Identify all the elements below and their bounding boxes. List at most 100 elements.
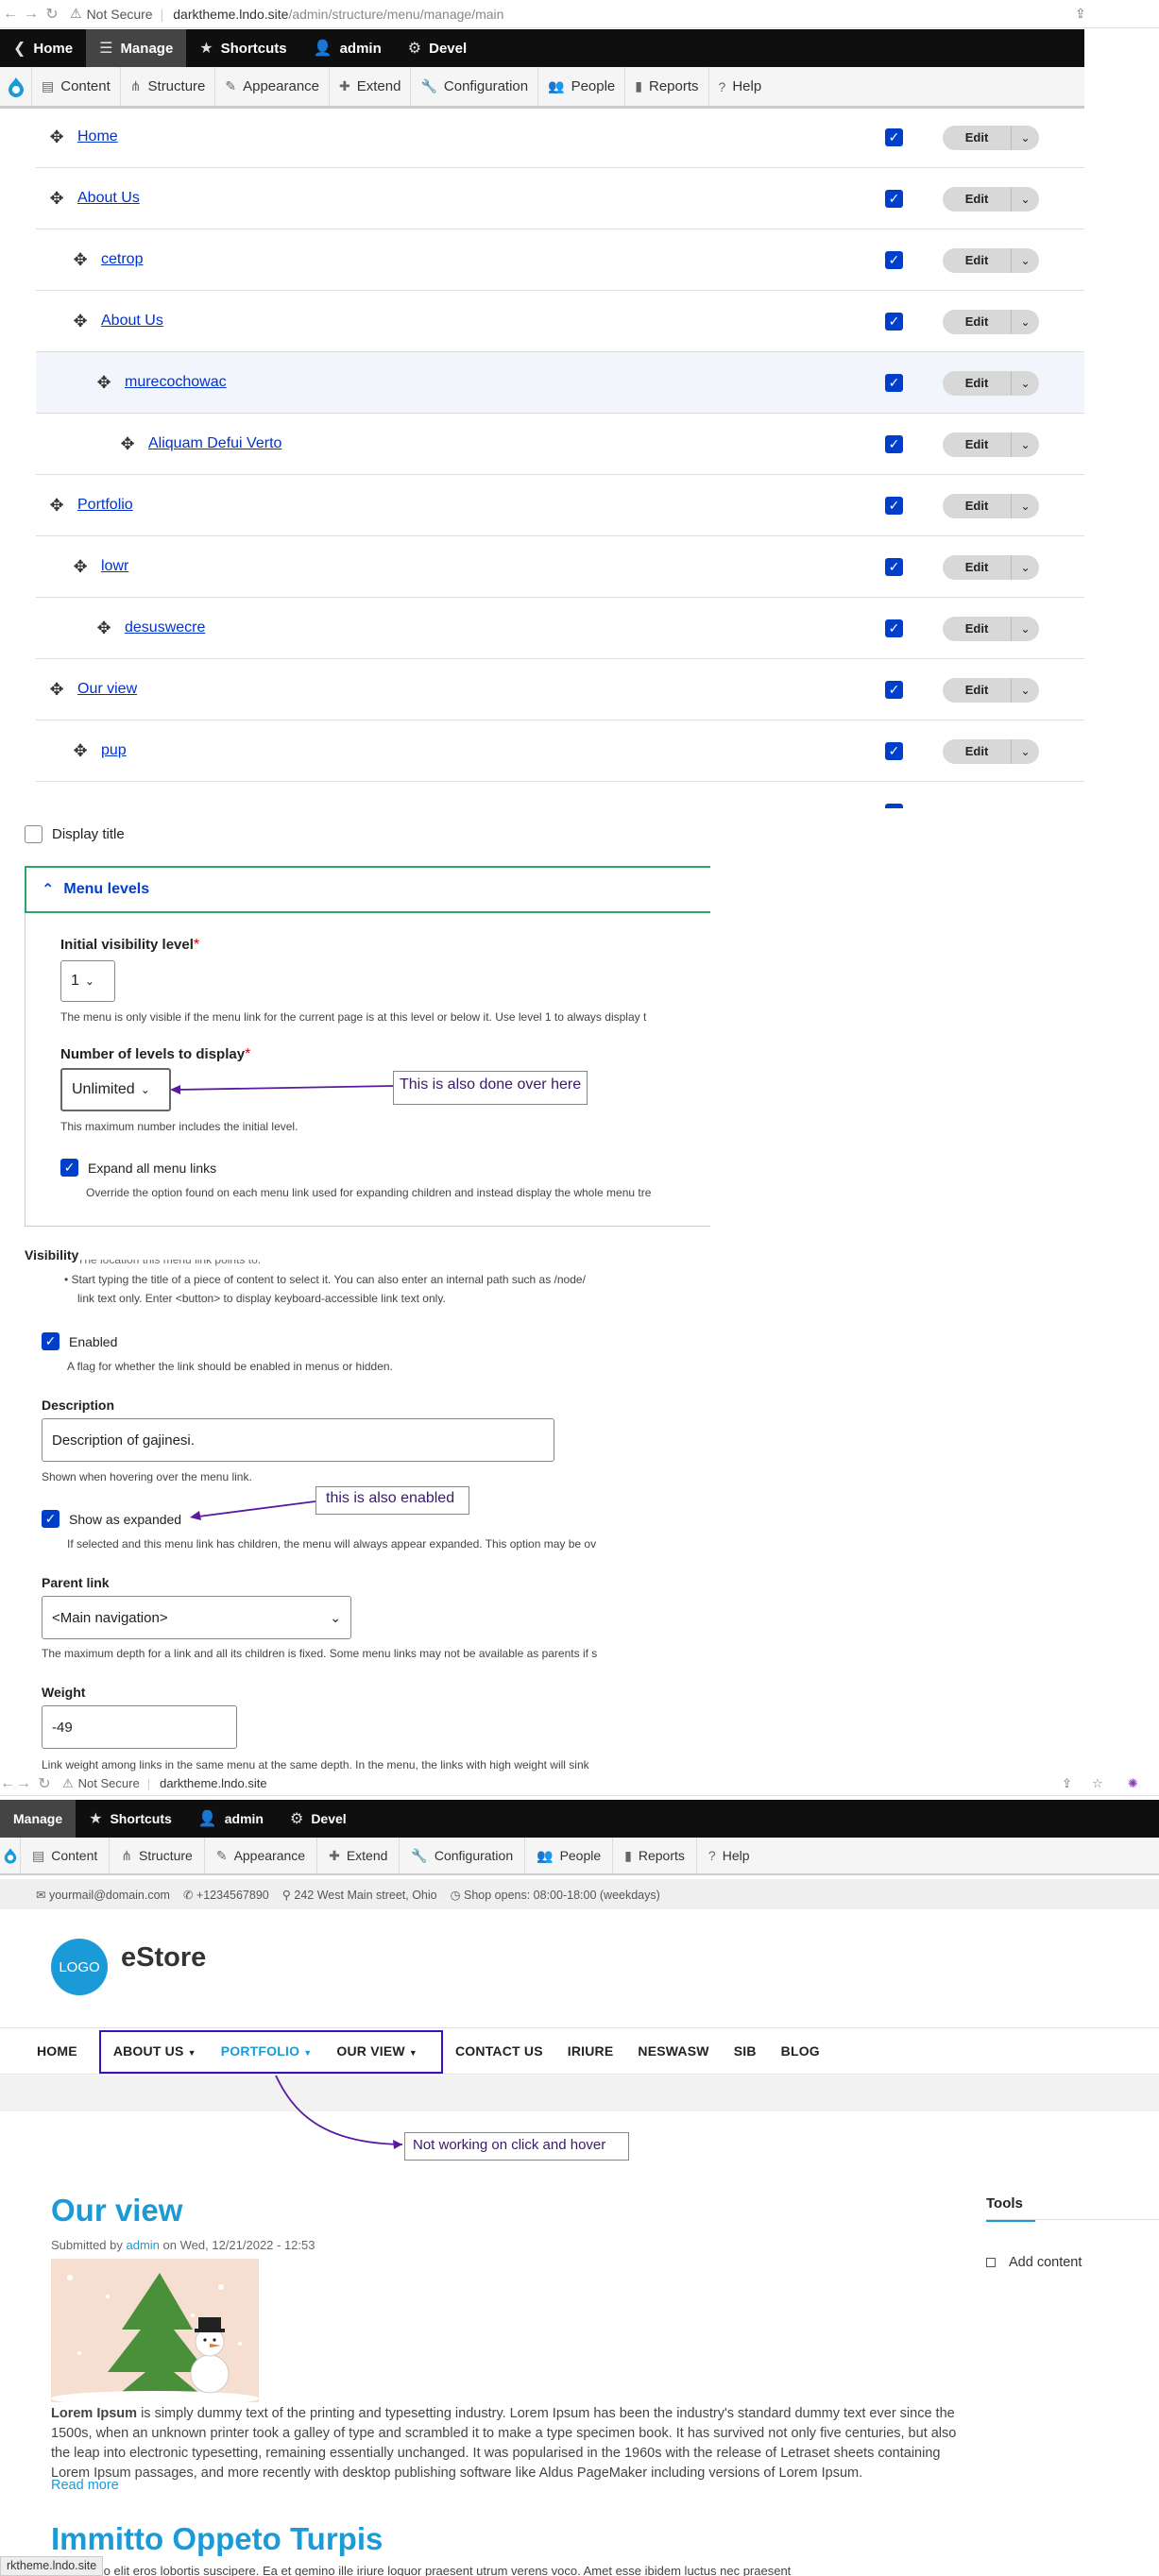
enabled-checkbox[interactable]: ✓ bbox=[885, 128, 903, 146]
nav-contact-us[interactable]: CONTACT US bbox=[443, 2043, 555, 2059]
edit-button[interactable]: Edit bbox=[943, 678, 1011, 703]
chevron-down-icon[interactable]: ⌄ bbox=[1011, 617, 1039, 641]
expanded-checkbox[interactable]: ✓ bbox=[42, 1510, 60, 1528]
enabled-checkbox[interactable]: ✓ bbox=[885, 313, 903, 330]
extension-icon[interactable]: ✺ bbox=[1128, 1776, 1138, 1791]
drag-handle-icon[interactable]: ✥ bbox=[71, 557, 90, 576]
drag-handle-icon[interactable]: ✥ bbox=[47, 680, 66, 699]
share-icon[interactable]: ⇪ bbox=[1075, 6, 1086, 22]
enabled-checkbox[interactable]: ✓ bbox=[42, 1332, 60, 1350]
chevron-down-icon[interactable]: ⌄ bbox=[1011, 187, 1039, 212]
menu-link[interactable]: pup bbox=[101, 742, 127, 759]
description-input[interactable]: Description of gajinesi. bbox=[42, 1418, 554, 1462]
toolbar-manage[interactable]: Manage bbox=[0, 1800, 77, 1838]
chevron-down-icon[interactable]: ⌄ bbox=[1011, 494, 1039, 518]
chevron-down-icon[interactable]: ⌄ bbox=[1011, 739, 1039, 764]
enabled-checkbox[interactable]: ✓ bbox=[885, 497, 903, 515]
weight-input[interactable]: -49 bbox=[42, 1705, 237, 1749]
back-icon[interactable]: ← bbox=[0, 6, 21, 23]
nav-neswasw[interactable]: NESWASW bbox=[625, 2043, 721, 2059]
star-icon[interactable]: ☆ bbox=[1092, 1776, 1103, 1791]
tray-appearance[interactable]: ✎ Appearance bbox=[215, 67, 331, 106]
menu-link[interactable]: Home bbox=[77, 128, 118, 145]
expand-checkbox[interactable]: ✓ bbox=[60, 1159, 78, 1177]
tray-extend[interactable]: ✚ Extend bbox=[317, 1838, 401, 1873]
nav-blog[interactable]: BLOG bbox=[769, 2043, 832, 2059]
tray-configuration[interactable]: 🔧 Configuration bbox=[411, 67, 539, 106]
toolbar-shortcuts[interactable]: ★ Shortcuts bbox=[76, 1800, 185, 1838]
parent-select[interactable]: <Main navigation> ⌄ bbox=[42, 1596, 351, 1639]
enabled-checkbox[interactable]: ✓ bbox=[885, 558, 903, 576]
reload-icon[interactable]: ↻ bbox=[34, 1774, 55, 1793]
drag-handle-icon[interactable]: ✥ bbox=[71, 312, 90, 330]
nav-sib[interactable]: SIB bbox=[722, 2043, 769, 2059]
chevron-down-icon[interactable]: ⌄ bbox=[1011, 678, 1039, 703]
reload-icon[interactable]: ↻ bbox=[42, 5, 62, 24]
site-logo[interactable]: LOGO bbox=[51, 1939, 108, 1995]
edit-button[interactable]: Edit bbox=[943, 617, 1011, 641]
toolbar-user[interactable]: 👤 admin bbox=[185, 1800, 277, 1838]
edit-button[interactable]: Edit bbox=[943, 739, 1011, 764]
share-icon[interactable]: ⇪ bbox=[1062, 1776, 1072, 1791]
menu-link[interactable]: cetrop bbox=[101, 251, 143, 268]
toolbar-manage[interactable]: ☰ Manage bbox=[86, 29, 187, 67]
levels-select[interactable]: Unlimited ⌄ bbox=[60, 1068, 171, 1111]
edit-button[interactable]: Edit bbox=[943, 371, 1011, 396]
tray-structure[interactable]: ⋔ Structure bbox=[121, 67, 216, 106]
tray-people[interactable]: 👥 People bbox=[525, 1838, 614, 1873]
article2-title[interactable]: Immitto Oppeto Turpis bbox=[51, 2521, 383, 2557]
enabled-checkbox[interactable]: ✓ bbox=[885, 251, 903, 269]
drag-handle-icon[interactable]: ✥ bbox=[118, 434, 137, 453]
menu-link[interactable]: Our view bbox=[77, 681, 137, 698]
enabled-checkbox[interactable]: ✓ bbox=[885, 190, 903, 208]
address-bar[interactable]: darktheme.lndo.site/admin/structure/menu… bbox=[173, 7, 503, 22]
drag-handle-icon[interactable]: ✥ bbox=[94, 619, 113, 637]
display-title-checkbox[interactable] bbox=[25, 825, 43, 843]
tray-content[interactable]: ▤ Content bbox=[21, 1838, 111, 1873]
tray-configuration[interactable]: 🔧 Configuration bbox=[400, 1838, 526, 1873]
drag-handle-icon[interactable]: ✥ bbox=[71, 741, 90, 760]
enabled-checkbox[interactable]: ✓ bbox=[885, 619, 903, 637]
drupal-logo-icon[interactable] bbox=[0, 67, 32, 106]
edit-button[interactable]: Edit bbox=[943, 555, 1011, 580]
tray-help[interactable]: ? Help bbox=[709, 67, 772, 106]
chevron-down-icon[interactable]: ⌄ bbox=[1011, 248, 1039, 273]
back-icon[interactable]: ← bbox=[0, 1775, 15, 1792]
menu-levels-summary[interactable]: ⌃ Menu levels bbox=[25, 866, 710, 913]
drag-handle-icon[interactable]: ✥ bbox=[47, 189, 66, 208]
toolbar-devel[interactable]: ⚙ Devel bbox=[395, 29, 480, 67]
forward-icon[interactable]: → bbox=[21, 6, 42, 23]
edit-button[interactable]: Edit bbox=[943, 432, 1011, 457]
drag-handle-icon[interactable]: ✥ bbox=[71, 250, 90, 269]
enabled-checkbox[interactable] bbox=[885, 804, 903, 808]
drupal-logo-icon[interactable] bbox=[0, 1838, 21, 1873]
enabled-checkbox[interactable]: ✓ bbox=[885, 374, 903, 392]
tray-help[interactable]: ? Help bbox=[697, 1838, 761, 1873]
menu-link[interactable]: About Us bbox=[77, 190, 140, 207]
menu-link[interactable]: lowr bbox=[101, 558, 128, 575]
enabled-checkbox[interactable]: ✓ bbox=[885, 435, 903, 453]
edit-button[interactable]: Edit bbox=[943, 310, 1011, 334]
initial-visibility-select[interactable]: 1 ⌄ bbox=[60, 960, 115, 1002]
drag-handle-icon[interactable]: ✥ bbox=[47, 127, 66, 146]
drag-handle-icon[interactable]: ✥ bbox=[94, 373, 113, 392]
tray-appearance[interactable]: ✎ Appearance bbox=[205, 1838, 318, 1873]
chevron-down-icon[interactable]: ⌄ bbox=[1011, 432, 1039, 457]
toolbar-devel[interactable]: ⚙ Devel bbox=[277, 1800, 360, 1838]
toolbar-home[interactable]: ❮ Home bbox=[0, 29, 86, 67]
nav-iriure[interactable]: IRIURE bbox=[555, 2043, 626, 2059]
author-link[interactable]: admin bbox=[127, 2238, 160, 2252]
tray-people[interactable]: 👥 People bbox=[538, 67, 626, 106]
tray-extend[interactable]: ✚ Extend bbox=[330, 67, 412, 106]
tray-structure[interactable]: ⋔ Structure bbox=[110, 1838, 205, 1873]
site-name[interactable]: eStore bbox=[121, 1942, 206, 1974]
menu-link[interactable]: About Us bbox=[101, 313, 163, 330]
toolbar-user[interactable]: 👤 admin bbox=[300, 29, 395, 67]
menu-link[interactable]: Aliquam Defui Verto bbox=[148, 435, 281, 452]
tray-reports[interactable]: ▮ Reports bbox=[625, 67, 709, 106]
forward-icon[interactable]: → bbox=[13, 1775, 34, 1792]
read-more-link[interactable]: Read more bbox=[51, 2478, 119, 2493]
enabled-checkbox[interactable]: ✓ bbox=[885, 681, 903, 699]
tray-content[interactable]: ▤ Content bbox=[32, 67, 121, 106]
nav-home[interactable]: HOME bbox=[25, 2043, 90, 2059]
